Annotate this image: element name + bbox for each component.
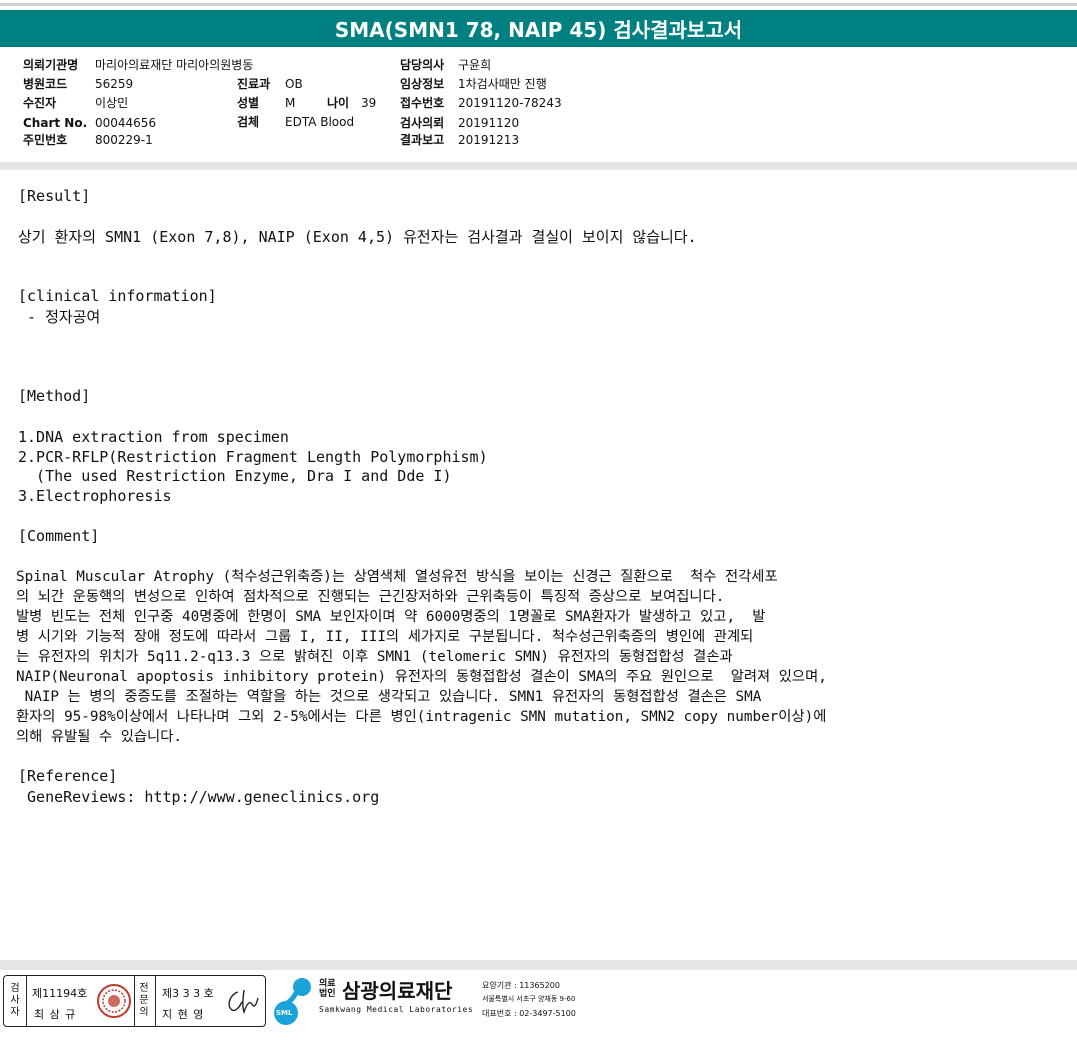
org-name: 삼광의료재단 bbox=[342, 979, 453, 1003]
footer-divider bbox=[0, 960, 1077, 970]
sig1-role: 검 사 자 bbox=[10, 983, 20, 1018]
reference-heading: [Reference] bbox=[18, 767, 118, 785]
clinical-heading: [clinical information] bbox=[18, 287, 217, 305]
info-resident-no: 주민번호 800229-1 bbox=[23, 133, 153, 147]
info-chart-no: Chart No. 00044656 bbox=[23, 116, 157, 130]
method-line: 2.PCR-RFLP(Restriction Fragment Length P… bbox=[18, 448, 488, 466]
info-patient-name: 수진자 이상민 bbox=[23, 96, 129, 110]
comment-heading: [Comment] bbox=[18, 527, 100, 545]
seal-stamp-icon bbox=[97, 984, 131, 1018]
comment-body: Spinal Muscular Atrophy (척수성근위축증)는 상염색체 … bbox=[16, 567, 1071, 747]
comment-line: Spinal Muscular Atrophy (척수성근위축증)는 상염색체 … bbox=[16, 569, 778, 585]
sig2-name: 지 현 영 bbox=[162, 1008, 205, 1021]
info-request-date: 검사의뢰 20191120 bbox=[400, 116, 520, 130]
info-doctor: 담당의사 구윤희 bbox=[400, 58, 492, 72]
comment-line: 의해 유발될 수 있습니다. bbox=[16, 729, 182, 745]
org-phone: 대표번호 : 02-3497-5100 bbox=[482, 1009, 576, 1018]
sig2-role: 전 문 의 bbox=[139, 983, 149, 1018]
result-heading: [Result] bbox=[18, 187, 91, 205]
sml-logo-icon bbox=[274, 978, 311, 1025]
info-age: 나이 39 bbox=[327, 96, 377, 110]
org-prefix: 의료 법인 bbox=[319, 979, 336, 999]
org-code: 요양기관 : 11365200 bbox=[482, 981, 560, 990]
comment-line: NAIP(Neuronal apoptosis inhibitory prote… bbox=[16, 669, 827, 685]
header-divider bbox=[0, 162, 1077, 170]
comment-line: NAIP 는 병의 중증도를 조절하는 역할을 하는 것으로 생각되고 있습니다… bbox=[16, 689, 762, 705]
method-line: 3.Electrophoresis bbox=[18, 487, 172, 505]
logo-badge: SML bbox=[276, 1009, 293, 1017]
info-report-date: 결과보고 20191213 bbox=[400, 133, 520, 147]
org-address: 서울특별시 서초구 양재동 9-60 bbox=[482, 995, 576, 1003]
info-specimen: 검체 EDTA Blood bbox=[237, 115, 355, 129]
method-line: (The used Restriction Enzyme, Dra I and … bbox=[18, 467, 452, 485]
info-requesting-org: 의뢰기관명 마리아의료재단 마리아의원병동 bbox=[23, 58, 254, 72]
method-line: 1.DNA extraction from specimen bbox=[18, 428, 289, 446]
signature-box: 검 사 자 제11194호 최 삼 규 전 문 의 제3 3 3 호 지 현 영 bbox=[3, 975, 266, 1027]
method-heading: [Method] bbox=[18, 387, 91, 405]
comment-line: 의 뇌간 운동핵의 변성으로 인하여 점차적으로 진행되는 근긴장저하와 근위축… bbox=[16, 589, 725, 605]
comment-line: 환자의 95-98%이상에서 나타나며 그외 2-5%에서는 다른 병인(int… bbox=[16, 709, 827, 725]
result-text: 상기 환자의 SMN1 (Exon 7,8), NAIP (Exon 4,5) … bbox=[18, 228, 697, 246]
handwritten-signature-icon bbox=[228, 989, 259, 1015]
org-english: Samkwang Medical Laboratories bbox=[319, 1005, 474, 1014]
info-hospital-code: 병원코드 56259 bbox=[23, 77, 134, 91]
info-receipt-no: 접수번호 20191120-78243 bbox=[400, 96, 562, 110]
comment-line: 는 유전자의 위치가 5q11.2-q13.3 으로 밝혀진 이후 SMN1 (… bbox=[16, 649, 733, 665]
comment-line: 병 시기와 기능적 장애 정도에 따라서 그룹 I, II, III의 세가지로… bbox=[16, 629, 754, 645]
report-title: SMA(SMN1 78, NAIP 45) 검사결과보고서 bbox=[0, 10, 1077, 47]
sig1-name: 최 삼 규 bbox=[34, 1008, 77, 1021]
comment-line: 발병 빈도는 전체 인구중 40명중에 한명이 SMA 보인자이며 약 6000… bbox=[16, 609, 766, 625]
sig1-license: 제11194호 bbox=[32, 987, 88, 1000]
info-clinical: 임상정보 1차검사때만 진행 bbox=[400, 77, 547, 91]
reference-link[interactable]: GeneReviews: http://www.geneclinics.org bbox=[18, 787, 379, 807]
top-rule bbox=[0, 3, 1077, 6]
clinical-text: - 정자공여 bbox=[18, 308, 101, 326]
info-department: 진료과 OB bbox=[237, 77, 303, 91]
info-sex: 성별 M bbox=[237, 96, 296, 110]
sig2-license: 제3 3 3 호 bbox=[162, 987, 214, 1000]
